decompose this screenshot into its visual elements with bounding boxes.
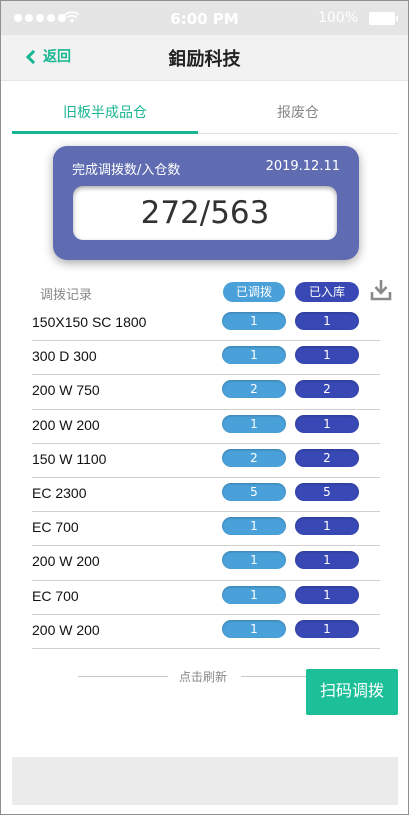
item-name: EC 2300: [32, 484, 87, 501]
item-name: 200 W 750: [32, 382, 100, 399]
table-row: 150X150 SC 1800 1 1: [32, 307, 380, 342]
battery-percentage: 100%: [317, 10, 358, 26]
warehouse-tabs: 旧板半成品仓 报废仓: [12, 94, 398, 134]
tab-semi-finished-warehouse[interactable]: 旧板半成品仓: [12, 102, 198, 122]
stored-count-badge: 1: [295, 414, 359, 433]
stored-count-badge: 1: [295, 517, 359, 536]
transferred-count-badge: 1: [222, 312, 286, 330]
transferred-count-badge: 1: [222, 585, 286, 604]
item-name: 200 W 200: [32, 553, 100, 570]
download-icon[interactable]: [370, 278, 392, 302]
transferred-count-badge: 1: [222, 619, 286, 638]
item-name: 200 W 200: [32, 416, 100, 433]
stored-count-badge: 1: [295, 619, 359, 638]
table-row: EC 2300 5 5: [32, 478, 380, 513]
tab-scrap-warehouse[interactable]: 报废仓: [198, 102, 398, 122]
nav-bar: 返回 鉬励科技: [1, 35, 408, 81]
stored-count-badge: 1: [295, 551, 359, 570]
table-row: EC 700 1 1: [32, 512, 380, 547]
records-list: 150X150 SC 1800 1 1 300 D 300 1 1 200 W 750 2 2 2…: [32, 307, 380, 649]
summary-card: 完成调拨数/入仓数 2019.12.11 272/563: [53, 146, 359, 260]
stored-count-badge: 2: [295, 448, 359, 467]
item-name: 300 D 300: [32, 348, 97, 365]
scan-transfer-button[interactable]: 扫码调拨: [306, 669, 398, 715]
summary-label: 完成调拨数/入仓数: [72, 163, 181, 178]
records-title: 调拨记录: [40, 288, 93, 303]
table-row: 150 W 1100 2 2: [32, 444, 380, 478]
table-row: 200 W 200 1 1: [32, 410, 380, 444]
battery-icon: [369, 12, 398, 25]
transferred-count-badge: 1: [222, 517, 286, 536]
stored-count-badge: 1: [295, 346, 359, 365]
refresh-link[interactable]: 点击刷新: [78, 667, 308, 687]
table-row: 200 W 200 1 1: [32, 615, 380, 649]
records-header: 调拨记录 已调拨 已入库: [32, 278, 392, 305]
refresh-label: 点击刷新: [179, 670, 228, 684]
item-name: 150 W 1100: [32, 450, 107, 467]
transferred-count-badge: 5: [222, 482, 286, 501]
table-row: 200 W 200 1 1: [32, 546, 380, 581]
table-row: 200 W 750 2 2: [32, 375, 380, 410]
item-name: EC 700: [32, 587, 79, 604]
divider: [78, 676, 168, 677]
summary-value: 272/563: [73, 186, 337, 240]
table-row: 300 D 300 1 1: [32, 341, 380, 376]
transferred-count-badge: 2: [222, 380, 286, 399]
divider: [241, 676, 308, 677]
active-tab-indicator: [12, 131, 198, 134]
transferred-count-badge: 1: [222, 414, 286, 433]
item-name: 150X150 SC 1800: [32, 314, 147, 330]
transferred-count-badge: 1: [222, 346, 286, 365]
stored-count-badge: 2: [295, 380, 359, 399]
stored-count-badge: 1: [295, 585, 359, 604]
stored-column-header: 已入库: [295, 282, 359, 302]
bottom-bar: [12, 757, 398, 805]
item-name: 200 W 200: [32, 621, 100, 638]
transferred-column-header: 已调拨: [223, 282, 285, 302]
item-name: EC 700: [32, 519, 79, 536]
status-bar: 6:00 PM 100%: [1, 1, 408, 35]
stored-count-badge: 1: [295, 312, 359, 330]
stored-count-badge: 5: [295, 482, 359, 501]
phone-frame: 6:00 PM 100% 返回 鉬励科技 旧板半成品仓 报废仓 完成调拨数/入仓…: [0, 0, 409, 815]
transferred-count-badge: 2: [222, 448, 286, 467]
summary-date: 2019.12.11: [265, 159, 340, 174]
transferred-count-badge: 1: [222, 551, 286, 570]
page-title: 鉬励科技: [168, 49, 241, 70]
table-row: EC 700 1 1: [32, 581, 380, 615]
